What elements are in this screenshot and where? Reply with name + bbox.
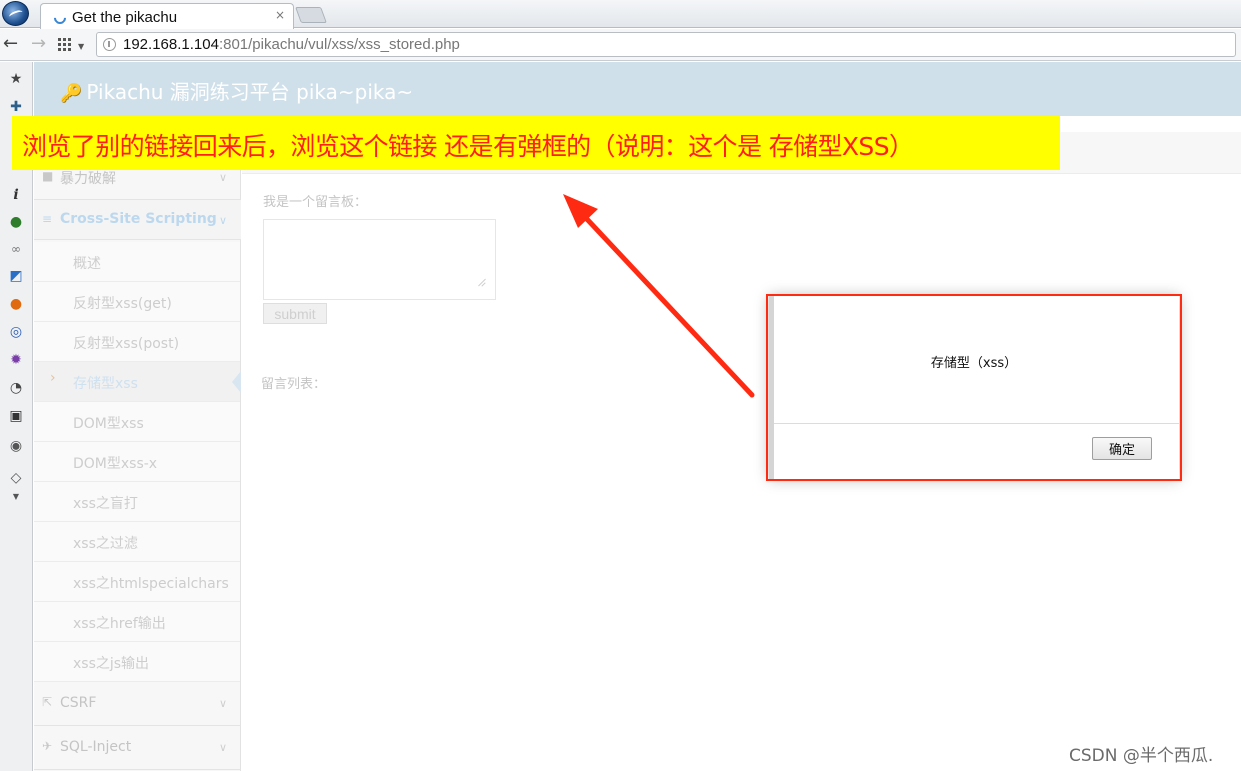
nav-group-csrf[interactable]: ⇱ CSRF ∨	[34, 682, 241, 726]
sidebar-item-label: xss之htmlspecialchars	[73, 576, 229, 592]
chevron-down-icon: ∨	[218, 171, 227, 184]
brand-title[interactable]: 🔑 Pikachu 漏洞练习平台 pika~pika~	[60, 76, 413, 105]
lock-icon: ■	[42, 169, 54, 183]
sidebar-item-label: xss之href输出	[73, 616, 166, 632]
nav-title: SQL-Inject	[60, 739, 132, 755]
sidebar-nav: ■ 暴力破解 ∨ ≡ Cross-Site Scripting ∨ 概述 反射型…	[34, 116, 241, 771]
sidebar-item-overview[interactable]: 概述	[34, 242, 240, 282]
page-info-icon[interactable]	[103, 38, 116, 51]
back-arrow-icon[interactable]: ←	[3, 34, 18, 54]
green-ball-icon[interactable]: ●	[7, 213, 25, 231]
tab-title: Get the pikachu	[72, 9, 178, 26]
chevron-down-icon[interactable]: ▼	[7, 488, 25, 506]
sidebar-item-label: 概述	[73, 256, 101, 272]
chevron-down-icon: ∨	[218, 741, 227, 754]
tag-icon[interactable]: ◇	[7, 469, 25, 487]
close-tab-icon[interactable]: ×	[275, 8, 285, 22]
list-icon: ≡	[42, 212, 53, 226]
message-textarea[interactable]	[263, 219, 496, 300]
chevron-down-icon: ∨	[218, 697, 227, 710]
sidebar-item-label: 反射型xss(get)	[73, 296, 172, 312]
page-header: 🔑 Pikachu 漏洞练习平台 pika~pika~	[34, 62, 1241, 116]
firefox-icon[interactable]: ●	[7, 295, 25, 313]
screenshot-root: Get the pikachu × ← → ▼ 192.168.1.104:80…	[0, 0, 1241, 771]
dialog-highlight-box	[766, 294, 1182, 481]
swirl-icon[interactable]: ◎	[7, 323, 25, 341]
gear-purple-icon[interactable]: ✹	[7, 351, 25, 369]
browser-tab[interactable]: Get the pikachu ×	[40, 3, 294, 29]
sidebar-item-dom-xss-x[interactable]: DOM型xss-x	[34, 442, 240, 482]
info-icon[interactable]: i	[7, 186, 25, 204]
sidebar-item-htmlspecialchars[interactable]: xss之htmlspecialchars	[34, 562, 240, 602]
sidebar-item-js-output[interactable]: xss之js输出	[34, 642, 240, 682]
message-board-label: 我是一个留言板：	[263, 195, 368, 210]
link-icon[interactable]: ∞	[7, 240, 25, 258]
brand-text: Pikachu 漏洞练习平台 pika~pika~	[86, 80, 414, 104]
share-icon: ⇱	[42, 695, 53, 709]
window-icon[interactable]: ▣	[7, 407, 25, 425]
active-indicator	[232, 371, 241, 393]
browser-toolbar: ← → ▼ 192.168.1.104:801/pikachu/vul/xss/…	[0, 29, 1241, 61]
sidebar-item-stored-xss[interactable]: 存储型xss	[34, 362, 241, 402]
sidebar-item-reflected-post[interactable]: 反射型xss(post)	[34, 322, 240, 362]
annotation-banner: 浏览了别的链接回来后，浏览这个链接 还是有弹框的（说明：这个是 存储型XSS）	[12, 116, 1060, 170]
globe-icon[interactable]: ◉	[7, 437, 25, 455]
resize-grip-icon[interactable]	[476, 276, 488, 288]
sidebar-item-label: 反射型xss(post)	[73, 336, 180, 352]
sidebar-item-label: DOM型xss	[73, 416, 144, 432]
nav-title: CSRF	[60, 695, 97, 711]
new-tab-button[interactable]	[295, 7, 327, 23]
sidebar-item-label: 存储型xss	[73, 376, 138, 392]
browser-logo-icon[interactable]	[2, 1, 29, 26]
nav-title: 暴力破解	[60, 171, 116, 187]
nav-group-sql-inject[interactable]: ✈ SQL-Inject ∨	[34, 726, 241, 770]
url-host: 192.168.1.104	[123, 36, 219, 53]
browser-tab-strip: Get the pikachu ×	[0, 0, 1241, 29]
star-icon[interactable]: ★	[7, 70, 25, 88]
chevron-down-icon: ▼	[78, 42, 85, 51]
palette-icon[interactable]: ◔	[7, 379, 25, 397]
message-list-label: 留言列表：	[261, 377, 327, 392]
sidebar-item-href-output[interactable]: xss之href输出	[34, 602, 240, 642]
nav-group-xss[interactable]: ≡ Cross-Site Scripting ∨	[34, 200, 241, 240]
annotation-text: 浏览了别的链接回来后，浏览这个链接 还是有弹框的（说明：这个是 存储型XSS）	[22, 132, 914, 161]
cursor-icon[interactable]: ◩	[7, 267, 25, 285]
key-icon: 🔑	[60, 83, 83, 104]
sidebar-item-label: xss之盲打	[73, 496, 138, 512]
sidebar-item-xss-filter[interactable]: xss之过滤	[34, 522, 240, 562]
apps-grid-icon[interactable]: ▼	[58, 38, 88, 52]
nav-title: Cross-Site Scripting	[60, 211, 217, 227]
submit-button[interactable]: submit	[263, 303, 327, 324]
sidebar-item-reflected-get[interactable]: 反射型xss(get)	[34, 282, 240, 322]
sidebar-item-label: xss之js输出	[73, 656, 150, 672]
url-text: 192.168.1.104:801/pikachu/vul/xss/xss_st…	[123, 36, 460, 53]
watermark: CSDN @半个西瓜.	[1069, 746, 1214, 766]
plane-icon: ✈	[42, 739, 53, 753]
loading-spinner-icon	[51, 9, 69, 27]
forward-arrow-icon[interactable]: →	[31, 34, 46, 54]
sidebar-item-blind-xss[interactable]: xss之盲打	[34, 482, 240, 522]
address-bar[interactable]: 192.168.1.104:801/pikachu/vul/xss/xss_st…	[96, 32, 1236, 57]
chevron-down-icon: ∨	[218, 214, 227, 227]
sidebar-item-label: xss之过滤	[73, 536, 138, 552]
sidebar-item-label: DOM型xss-x	[73, 456, 158, 472]
puzzle-icon[interactable]: ✚	[7, 98, 25, 116]
url-path: :801/pikachu/vul/xss/xss_stored.php	[218, 36, 460, 53]
sidebar-item-dom-xss[interactable]: DOM型xss	[34, 402, 240, 442]
